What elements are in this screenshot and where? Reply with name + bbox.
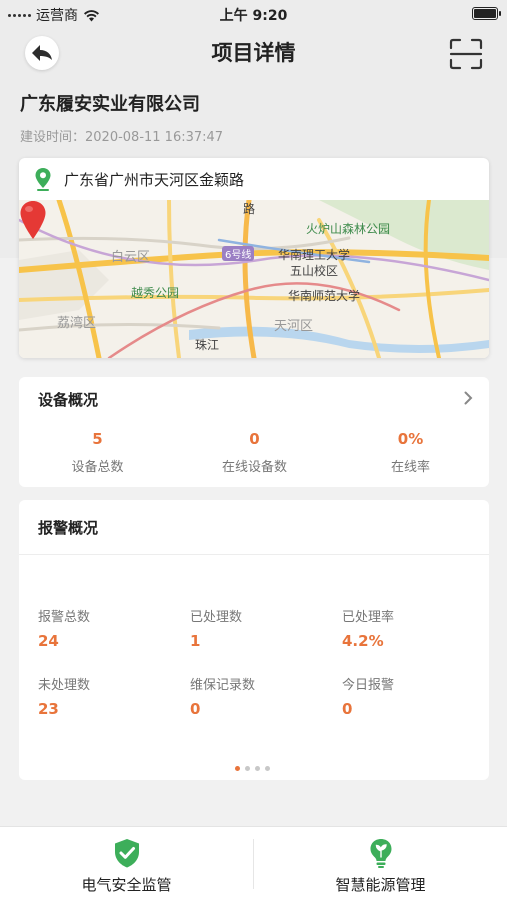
page-indicator[interactable] xyxy=(235,766,270,771)
map-label-scnu: 华南师范大学 xyxy=(288,289,361,303)
map-label-baiyun: 白云区 xyxy=(111,250,151,265)
device-overview-title: 设备概况 xyxy=(38,391,99,409)
alarm-stat-maintenance: 维保记录数 0 xyxy=(190,674,255,718)
tab-energy-management[interactable]: 智慧能源管理 xyxy=(254,827,507,901)
bottom-tab-bar: 电气安全监管 智慧能源管理 xyxy=(0,826,507,901)
alarm-stat-unhandled: 未处理数 23 xyxy=(38,674,90,718)
alarm-maintenance-value: 0 xyxy=(190,700,201,718)
alarm-unhandled-label: 未处理数 xyxy=(38,678,91,693)
page-title: 项目详情 xyxy=(211,41,296,65)
map-roads xyxy=(19,200,489,358)
scan-button[interactable] xyxy=(449,38,483,70)
tab-electrical-safety-label: 电气安全监管 xyxy=(81,876,172,894)
map-label-liwan: 荔湾区 xyxy=(57,316,97,331)
map-label-tianhe: 天河区 xyxy=(274,319,314,334)
map-label-scut: 华南理工大学 xyxy=(278,248,351,262)
alarm-overview-title: 报警概况 xyxy=(38,519,99,537)
device-online-stat: 0 在线设备数 xyxy=(176,430,333,475)
alarm-total-label: 报警总数 xyxy=(38,610,91,625)
scan-icon xyxy=(449,38,483,70)
alarm-today-label: 今日报警 xyxy=(342,678,395,693)
status-time: 上午 9:20 xyxy=(219,8,288,24)
alarm-total-value: 24 xyxy=(38,632,59,650)
device-online-rate-value: 0% xyxy=(397,430,424,448)
alarm-handled-label: 已处理数 xyxy=(190,610,243,625)
company-name: 广东履安实业有限公司 xyxy=(20,94,200,115)
bulb-leaf-icon xyxy=(370,839,392,868)
map-label-zhujiang: 珠江 xyxy=(195,338,220,352)
alarm-stat-total: 报警总数 24 xyxy=(38,606,90,650)
alarm-today-value: 0 xyxy=(342,700,353,718)
map-label-road: 路 xyxy=(243,202,256,216)
map-label-wushan: 五山校区 xyxy=(290,264,339,278)
alarm-stat-handled: 已处理数 1 xyxy=(190,606,242,650)
device-online-rate-stat: 0% 在线率 xyxy=(332,430,489,475)
alarm-overview-card[interactable]: 报警概况 报警总数 24 已处理数 1 已处理率 4.2% 未处理数 23 维保… xyxy=(19,500,489,780)
map-label-huolushan: 火炉山森林公园 xyxy=(306,222,391,236)
page-dot[interactable] xyxy=(265,766,270,771)
location-pin-icon xyxy=(35,168,51,191)
alarm-unhandled-value: 23 xyxy=(38,700,59,718)
map-label-metro6: 6号线 xyxy=(222,246,255,261)
build-time: 建设时间：2020-08-11 16:37:47 xyxy=(20,130,224,145)
battery-icon xyxy=(472,7,501,20)
device-online-rate-label: 在线率 xyxy=(390,460,430,475)
page-dot[interactable] xyxy=(255,766,260,771)
tab-energy-management-label: 智慧能源管理 xyxy=(335,876,426,894)
device-total-value: 5 xyxy=(92,430,103,448)
device-online-value: 0 xyxy=(249,430,260,448)
alarm-stat-handled-rate: 已处理率 4.2% xyxy=(342,606,394,650)
address-text: 广东省广州市天河区金颖路 xyxy=(64,170,245,189)
alarm-handled-value: 1 xyxy=(190,632,201,650)
card-divider xyxy=(19,554,489,555)
map-card[interactable]: 广东省广州市天河区金颖路 白云区 天河区 荔湾区 珠江 越秀公园 火炉山森林公园… xyxy=(19,158,489,358)
alarm-maintenance-label: 维保记录数 xyxy=(190,678,256,693)
device-total-label: 设备总数 xyxy=(71,460,124,475)
device-total-stat: 5 设备总数 xyxy=(19,430,176,475)
shield-check-icon xyxy=(115,839,139,868)
page-dot-active[interactable] xyxy=(235,766,240,771)
device-overview-card[interactable]: 设备概况 5 设备总数 0 在线设备数 0% 在线率 xyxy=(19,377,489,487)
map-label-yuexiu-park: 越秀公园 xyxy=(131,286,180,300)
chevron-right-icon[interactable] xyxy=(464,391,473,405)
status-bar: 运营商 上午 9:20 xyxy=(0,0,507,28)
device-online-label: 在线设备数 xyxy=(221,460,287,475)
address-row: 广东省广州市天河区金颖路 xyxy=(19,158,489,200)
alarm-handled-rate-value: 4.2% xyxy=(342,632,384,650)
page-dot[interactable] xyxy=(245,766,250,771)
alarm-stat-today: 今日报警 0 xyxy=(342,674,394,718)
alarm-handled-rate-label: 已处理率 xyxy=(342,610,395,625)
map-marker-icon xyxy=(20,201,46,239)
tab-electrical-safety[interactable]: 电气安全监管 xyxy=(0,827,253,901)
map-view[interactable]: 白云区 天河区 荔湾区 珠江 越秀公园 火炉山森林公园 华南理工大学 五山校区 … xyxy=(19,200,489,358)
